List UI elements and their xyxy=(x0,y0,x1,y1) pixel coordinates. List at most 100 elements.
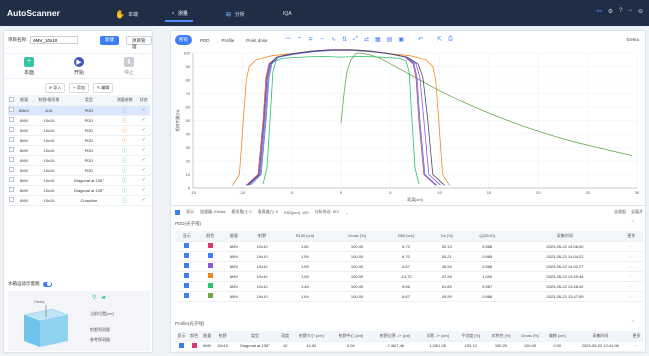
peak-icon[interactable]: ⌃ xyxy=(297,36,302,45)
params-cell[interactable]: ⓘ xyxy=(112,185,138,196)
row-select-cell[interactable] xyxy=(8,195,16,206)
more-icon[interactable]: ⋯ xyxy=(629,264,633,269)
export-icon[interactable]: ⇱ xyxy=(437,36,442,45)
row-select-cell[interactable] xyxy=(8,115,16,126)
add-button[interactable]: + 添加 xyxy=(69,83,89,93)
show-checkbox[interactable] xyxy=(175,209,180,215)
link-icon[interactable]: ⚯ xyxy=(597,8,602,15)
params-cell[interactable]: ⓘ xyxy=(112,175,138,186)
range-icon[interactable]: ⇔ xyxy=(319,36,325,45)
more-cell[interactable]: ⋯ xyxy=(619,291,643,302)
info-icon[interactable]: ⓘ xyxy=(122,128,127,134)
table-row[interactable]: 6MV 10x10 PDD ⓘ ✓ xyxy=(8,125,150,136)
tab-point-dose[interactable]: Point dose xyxy=(242,36,271,45)
expand-all-button[interactable]: 全展开 xyxy=(631,209,643,215)
gear-icon[interactable]: ⚙ xyxy=(608,8,613,15)
shift-icon[interactable]: ⇅ xyxy=(342,36,347,45)
tab-profile[interactable]: Profile xyxy=(218,36,239,45)
more-cell[interactable]: ⋯ xyxy=(619,281,643,292)
info-icon[interactable]: ⓘ xyxy=(122,118,127,124)
table-icon[interactable]: ▦ xyxy=(375,36,381,45)
row-select-cell[interactable] xyxy=(8,155,16,166)
checkbox[interactable] xyxy=(184,253,190,258)
checkbox[interactable] xyxy=(9,107,15,112)
more-icon[interactable]: ⋯ xyxy=(629,254,633,259)
stop-button[interactable]: Ⅱ 停止 xyxy=(104,54,154,78)
params-cell[interactable]: ⓘ xyxy=(112,165,138,176)
show-cell[interactable] xyxy=(175,281,199,292)
location-icon[interactable]: ⚲ xyxy=(92,294,96,301)
chevron-down-icon[interactable]: ⌄ xyxy=(345,210,348,215)
more-cell[interactable]: ⋯ xyxy=(619,271,643,282)
info-icon[interactable]: ⓘ xyxy=(122,188,127,194)
row-select-cell[interactable] xyxy=(8,175,16,186)
more-icon[interactable]: ⋯ xyxy=(629,244,633,249)
more-cell[interactable]: ⋯ xyxy=(619,241,643,252)
table-row[interactable]: 6MV 10x10 1.60 100.00 6.72 52.13 0.586 2023-05-… xyxy=(175,241,643,252)
tab-all[interactable]: 所有 xyxy=(175,35,192,45)
table-row[interactable]: 6MV 10x10 Crossline ⓘ ✓ xyxy=(8,195,150,206)
table-row[interactable]: 6MV 10x10 Diagonal at 135° ⓘ ✓ xyxy=(8,175,150,186)
params-cell[interactable]: ⓘ xyxy=(112,195,138,206)
table-row[interactable]: 6MV 10x10 1.64 100.00 6.67 45.99 0.586 2023-05-… xyxy=(175,291,643,302)
checkbox[interactable] xyxy=(184,273,190,278)
show-cell[interactable] xyxy=(175,261,199,272)
tab-pdd[interactable]: PDD xyxy=(196,36,214,45)
start-button[interactable]: ▶ 开始 xyxy=(54,54,104,78)
scale-icon[interactable]: ⤢ xyxy=(353,36,358,45)
new-project-button[interactable]: 新建 xyxy=(100,36,119,45)
params-cell[interactable]: ⓘ xyxy=(112,125,138,136)
show-cell[interactable] xyxy=(175,291,199,302)
edit-button[interactable]: ✎ 编辑 xyxy=(92,83,114,93)
undo-icon[interactable]: ↶ xyxy=(418,36,423,45)
image-icon[interactable]: ▣ xyxy=(398,36,404,45)
more-cell[interactable]: ⋯ xyxy=(619,251,643,262)
tank-toggle[interactable] xyxy=(42,281,52,287)
show-cell[interactable] xyxy=(175,251,199,262)
nav-item-setup[interactable]: ✋ 本端 xyxy=(110,6,143,22)
table-row[interactable]: 6MV 10x10 1.59 100.00 -14.72 47.26 1.000 2023-0… xyxy=(175,271,643,282)
normalize-icon[interactable]: ⌒ xyxy=(285,36,291,45)
grid-icon[interactable]: ▤ xyxy=(387,36,393,45)
checkbox[interactable] xyxy=(9,177,15,182)
smooth-icon[interactable]: ∿ xyxy=(331,36,336,45)
table-row[interactable]: 6MV 10x10 PDD ⓘ ✓ xyxy=(8,135,150,146)
checkbox[interactable] xyxy=(9,147,15,152)
params-cell[interactable]: ⓘ xyxy=(112,115,138,126)
project-name-input[interactable] xyxy=(30,36,79,44)
collapse-icon[interactable]: ⌃ xyxy=(631,220,635,226)
row-select-cell[interactable] xyxy=(8,125,16,136)
checkbox[interactable] xyxy=(9,96,15,102)
show-cell[interactable] xyxy=(175,241,199,252)
info-icon[interactable]: ⓘ xyxy=(122,138,127,144)
table-row[interactable]: 6MV 10x10 PDD ⓘ ✓ xyxy=(8,165,150,176)
checkbox[interactable] xyxy=(9,197,15,202)
import-button[interactable]: ⟳ 导入 xyxy=(44,83,66,93)
checkbox[interactable] xyxy=(184,293,190,298)
more-icon[interactable]: ⋯ xyxy=(629,294,633,299)
print-icon[interactable]: ⎙ xyxy=(448,36,453,45)
info-icon[interactable]: ⓘ xyxy=(122,158,127,164)
info-icon[interactable]: ⓘ xyxy=(122,178,127,184)
close-icon[interactable]: ⊖ xyxy=(638,8,643,15)
new-plan-button[interactable]: + 本面 xyxy=(4,54,54,78)
show-cell[interactable] xyxy=(175,341,188,352)
row-select-cell[interactable] xyxy=(8,185,16,196)
params-cell[interactable]: ⓘ xyxy=(112,135,138,146)
show-cell[interactable] xyxy=(175,271,199,282)
info-icon[interactable]: ⓘ xyxy=(122,108,127,114)
table-row[interactable]: 6MV 10x10 PDD ⓘ ✓ xyxy=(8,115,150,126)
table-row[interactable]: 6MV 10x10 1.46 100.00 6.66 61.69 0.587 2023-05-… xyxy=(175,281,643,292)
row-select-cell[interactable] xyxy=(8,105,16,116)
params-cell[interactable]: ⓘ xyxy=(112,155,138,166)
table-row[interactable]: 6MV 10x10 Diagonal at 135° ⓘ ✓ xyxy=(8,185,150,196)
row-select-cell[interactable] xyxy=(8,165,16,176)
info-icon[interactable]: ⓘ xyxy=(122,148,127,154)
more-icon[interactable]: ⋯ xyxy=(629,274,633,279)
more-cell[interactable]: ⋯ xyxy=(630,341,643,352)
table-row[interactable]: 6MV 10x10 PDD ⓘ ✓ xyxy=(8,155,150,166)
nav-item-analysis[interactable]: ≋ 分析 xyxy=(220,6,250,22)
table-row[interactable]: 6MV 10x10 1.59 100.00 6.70 50.21 0.585 2023-05-… xyxy=(175,251,643,262)
params-cell[interactable]: ⓘ xyxy=(112,145,138,156)
checkbox[interactable] xyxy=(9,127,15,132)
